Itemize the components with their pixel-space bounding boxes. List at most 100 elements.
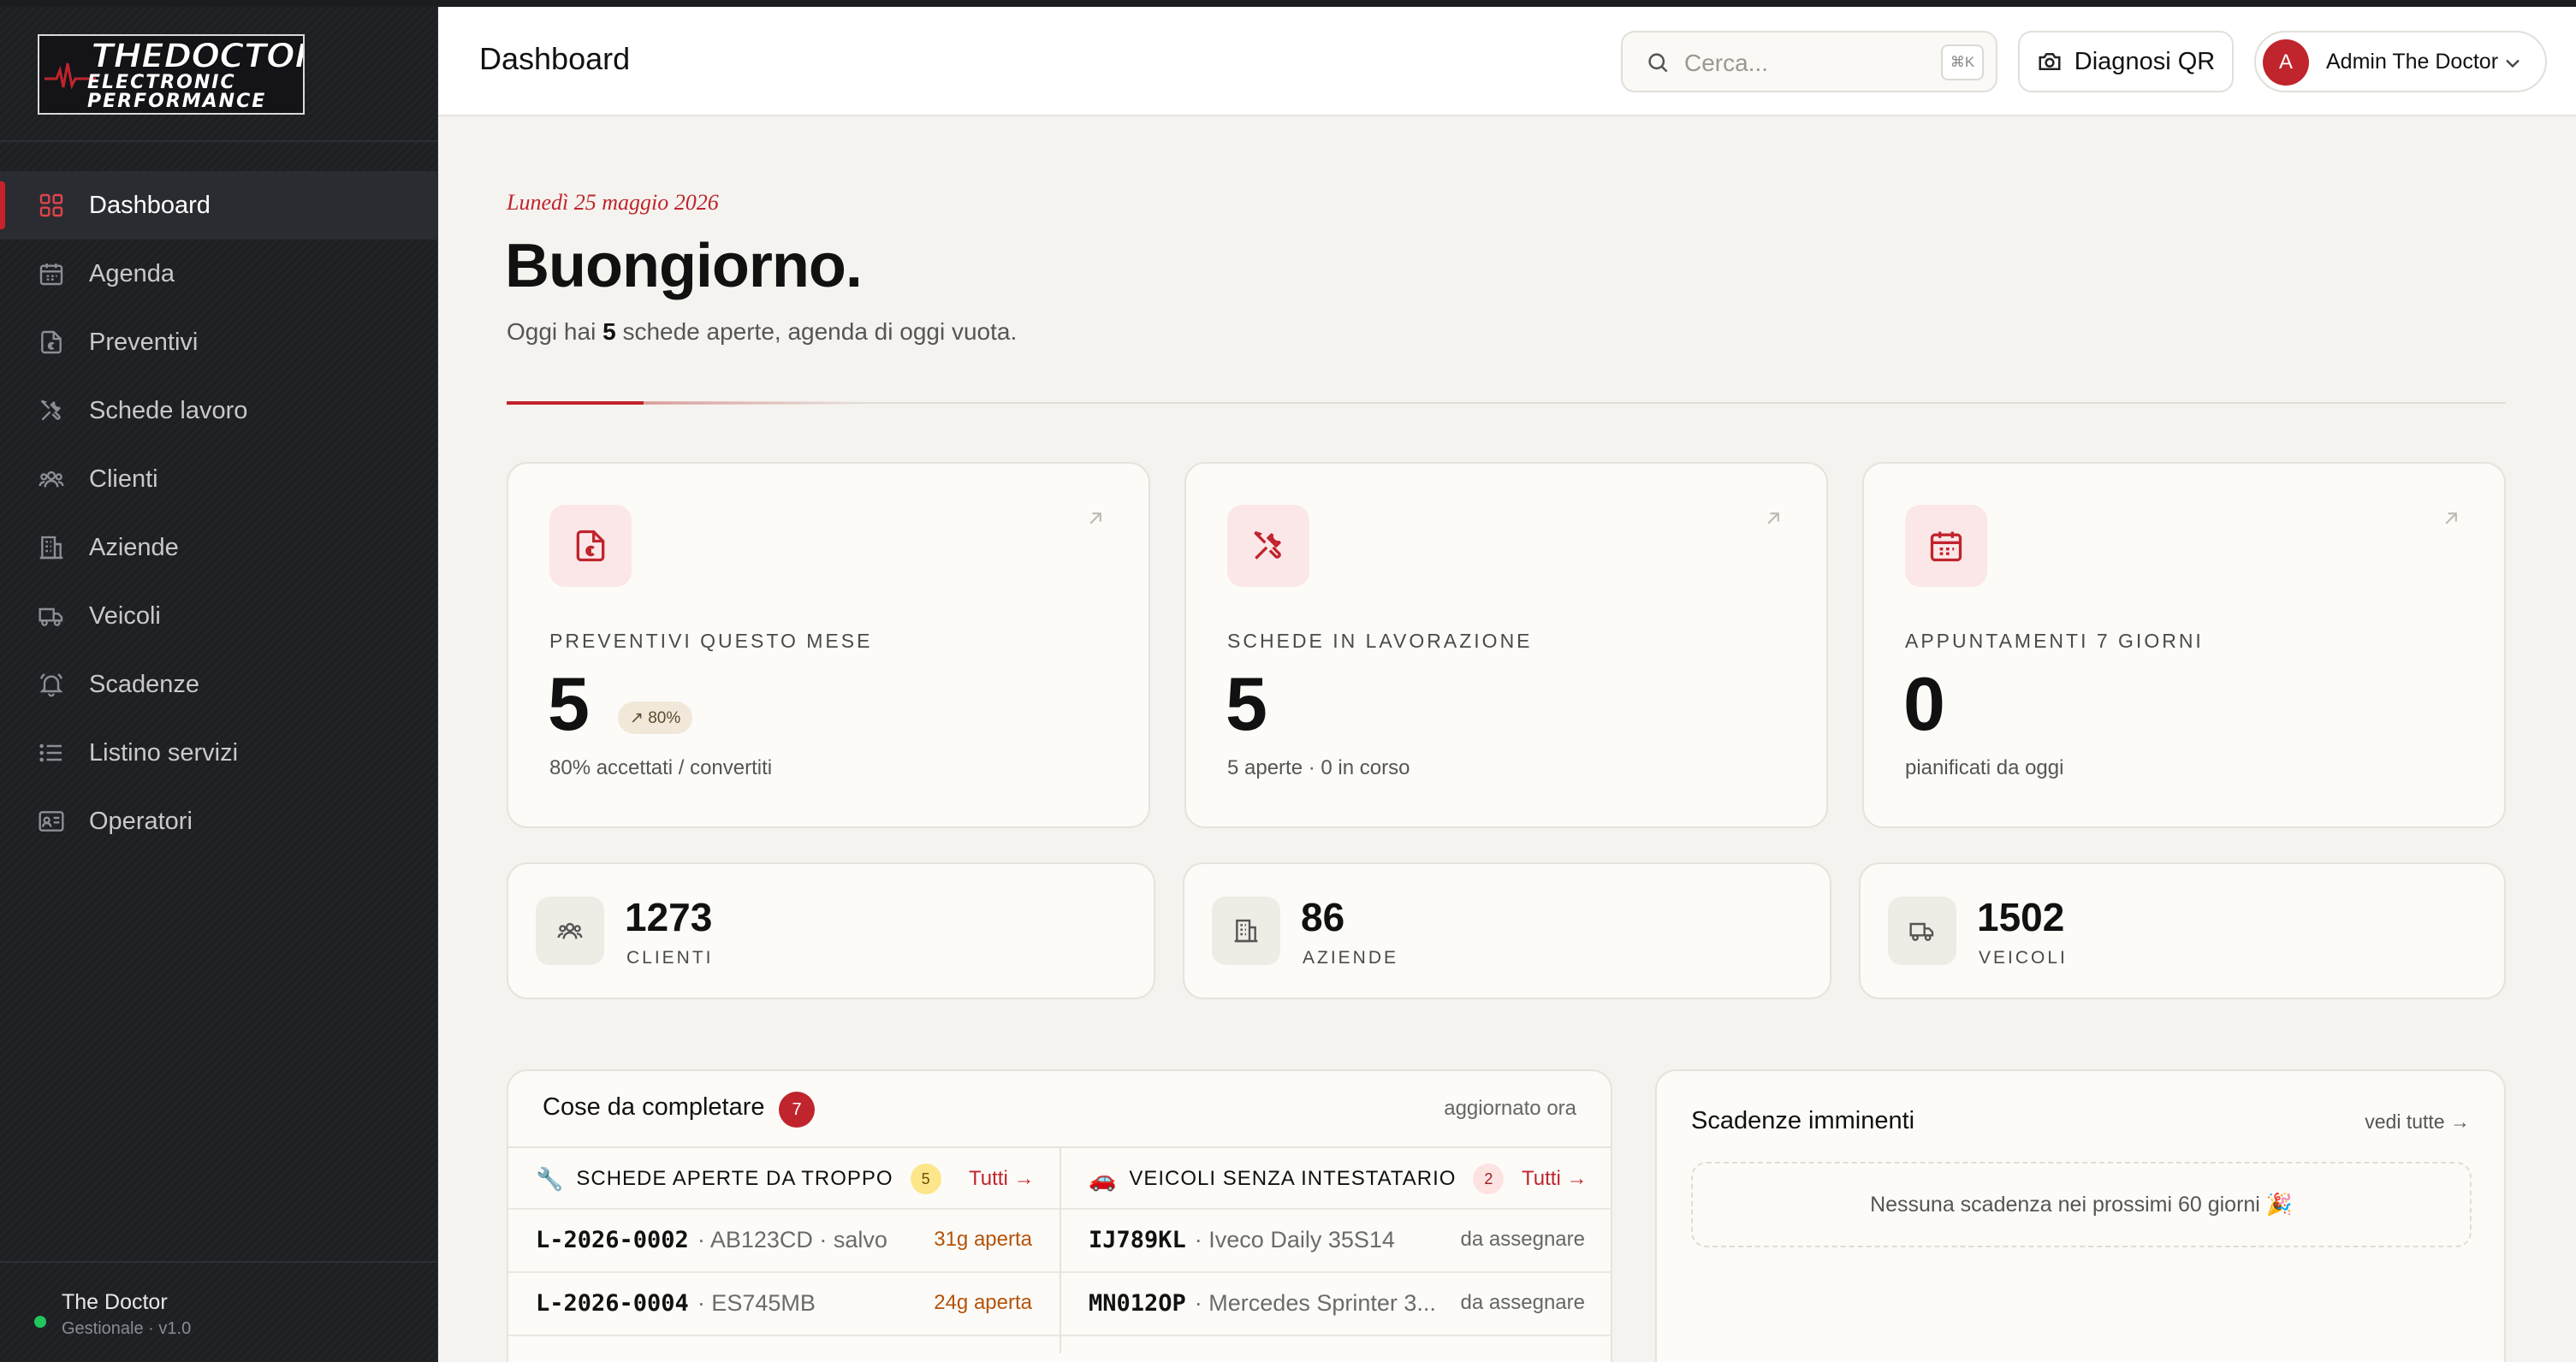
sidebar-item-veicoli[interactable]: Veicoli xyxy=(0,582,438,650)
table-row[interactable]: L-2026-0004 · ES745MB 24g aperta xyxy=(508,1271,1059,1333)
users-icon xyxy=(36,464,67,494)
kpi-card-schede[interactable]: SCHEDE IN LAVORAZIONE 5 5 aperte · 0 in … xyxy=(1184,462,1828,828)
todo-count-badge: 7 xyxy=(779,1092,815,1128)
sidebar-item-agenda[interactable]: Agenda xyxy=(0,240,438,308)
search-shortcut-key: ⌘K xyxy=(1941,44,1984,80)
car-icon: 🚗 xyxy=(1089,1165,1118,1192)
search-input[interactable]: Cerca... ⌘K xyxy=(1621,31,1997,92)
stat-value: 1502 xyxy=(1977,895,2065,939)
stat-card-veicoli[interactable]: 1502 VEICOLI xyxy=(1859,862,2506,999)
open-days-tag: 31g aperta xyxy=(934,1228,1032,1251)
list-icon xyxy=(36,737,67,768)
table-row[interactable]: MN012OP · Mercedes Sprinter 3... da asse… xyxy=(1061,1271,1612,1333)
deadlines-see-all-link[interactable]: vedi tutte → xyxy=(2365,1110,2470,1134)
kpi-card-appuntamenti[interactable]: APPUNTAMENTI 7 GIORNI 0 pianificati da o… xyxy=(1862,462,2506,828)
kpi-value: 5 xyxy=(548,661,590,746)
deadlines-title: Scadenze imminenti xyxy=(1691,1107,1915,1134)
avatar: A xyxy=(2263,39,2309,86)
plate-code: MN012OP xyxy=(1089,1289,1186,1317)
logo-title: THEDOCTOR xyxy=(90,37,305,76)
table-row-partial[interactable] xyxy=(1061,1335,1612,1362)
deadlines-panel: Scadenze imminenti vedi tutte → Nessuna … xyxy=(1655,1069,2506,1362)
stat-label: CLIENTI xyxy=(626,948,714,968)
kpi-label: APPUNTAMENTI 7 GIORNI xyxy=(1905,630,2204,652)
open-days-tag: 24g aperta xyxy=(934,1291,1032,1314)
sidebar-item-label: Agenda xyxy=(89,259,175,287)
search-icon xyxy=(1645,50,1671,80)
scheda-code: L-2026-0002 xyxy=(536,1226,689,1253)
diagnosi-qr-label: Diagnosi QR xyxy=(2074,47,2216,75)
table-row-partial[interactable] xyxy=(508,1335,1059,1362)
scheda-code: L-2026-0004 xyxy=(536,1289,689,1317)
kpi-subtext: pianificati da oggi xyxy=(1905,756,2064,779)
kpi-value: 5 xyxy=(1226,661,1267,746)
arrow-up-right-icon[interactable] xyxy=(1761,506,1785,535)
todo-left-all-link[interactable]: Tutti → xyxy=(969,1167,1034,1191)
app-version: Gestionale · v1.0 xyxy=(62,1319,192,1338)
diagnosi-qr-button[interactable]: Diagnosi QR xyxy=(2018,31,2234,92)
file-euro-icon xyxy=(549,505,632,587)
online-status-dot xyxy=(34,1316,46,1328)
table-row[interactable]: IJ789KL · Iveco Daily 35S14 da assegnare xyxy=(1061,1208,1612,1270)
user-menu-button[interactable]: A Admin The Doctor xyxy=(2254,31,2547,92)
building-icon xyxy=(36,532,67,563)
sidebar: THEDOCTOR ELECTRONIC PERFORMANCE Dashboa… xyxy=(0,7,438,1362)
search-placeholder: Cerca... xyxy=(1684,50,1769,76)
todo-right-header: 🚗 VEICOLI SENZA INTESTATARIO 2 xyxy=(1089,1148,1505,1210)
arrow-up-right-icon[interactable] xyxy=(1083,506,1107,535)
sidebar-item-schede-lavoro[interactable]: Schede lavoro xyxy=(0,376,438,445)
sidebar-item-scadenze[interactable]: Scadenze xyxy=(0,650,438,719)
file-euro-icon xyxy=(36,327,67,358)
plate-code: IJ789KL xyxy=(1089,1226,1186,1253)
summary-prefix: Oggi hai xyxy=(507,318,597,345)
brand-logo[interactable]: THEDOCTOR ELECTRONIC PERFORMANCE xyxy=(38,34,305,115)
sidebar-item-label: Dashboard xyxy=(89,191,211,219)
sidebar-item-listino-servizi[interactable]: Listino servizi xyxy=(0,719,438,787)
sidebar-item-clienti[interactable]: Clienti xyxy=(0,445,438,513)
scheda-detail: · AB123CD · salvo xyxy=(697,1226,887,1252)
summary-suffix: schede aperte, agenda di oggi vuota. xyxy=(622,318,1018,345)
calendar-icon xyxy=(36,258,67,289)
kpi-card-preventivi[interactable]: PREVENTIVI QUESTO MESE 5 ↗ 80% 80% accet… xyxy=(507,462,1150,828)
grid-icon xyxy=(36,190,67,221)
arrow-up-right-icon[interactable] xyxy=(2439,506,2463,535)
stat-card-clienti[interactable]: 1273 CLIENTI xyxy=(507,862,1155,999)
kpi-label: PREVENTIVI QUESTO MESE xyxy=(549,630,873,652)
sidebar-item-dashboard[interactable]: Dashboard xyxy=(0,171,438,240)
deadlines-empty-state: Nessuna scadenza nei prossimi 60 giorni … xyxy=(1691,1162,2472,1247)
stat-card-aziende[interactable]: 86 AZIENDE xyxy=(1183,862,1831,999)
sidebar-item-label: Operatori xyxy=(89,807,193,835)
sidebar-item-label: Preventivi xyxy=(89,328,199,356)
sidebar-item-label: Scadenze xyxy=(89,670,199,698)
users-icon xyxy=(536,897,604,965)
todo-panel: Cose da completare 7 aggiornato ora 🔧 SC… xyxy=(507,1069,1612,1362)
todo-right-all-link[interactable]: Tutti → xyxy=(1522,1167,1587,1191)
tools-icon xyxy=(1227,505,1309,587)
stat-label: VEICOLI xyxy=(1979,948,2068,968)
table-row[interactable]: L-2026-0002 · AB123CD · salvo 31g aperta xyxy=(508,1208,1059,1270)
stat-label: AZIENDE xyxy=(1303,948,1399,968)
scheda-detail: · ES745MB xyxy=(697,1289,816,1316)
sidebar-item-operatori[interactable]: Operatori xyxy=(0,787,438,856)
todo-title: Cose da completare xyxy=(543,1093,765,1121)
vehicle-detail: · Mercedes Sprinter 3... xyxy=(1194,1289,1436,1316)
assign-tag: da assegnare xyxy=(1460,1291,1585,1314)
current-date: Lunedì 25 maggio 2026 xyxy=(507,190,719,215)
tools-icon xyxy=(36,395,67,426)
logo-subtitle-1: ELECTRONIC xyxy=(87,72,236,93)
app-name: The Doctor xyxy=(62,1290,168,1314)
sidebar-item-aziende[interactable]: Aziende xyxy=(0,513,438,582)
sidebar-footer-divider xyxy=(0,1261,438,1263)
top-header: Dashboard Cerca... ⌘K Diagnosi QR A Admi… xyxy=(438,7,2576,116)
user-name: Admin The Doctor xyxy=(2326,50,2499,74)
daily-summary: Oggi hai 5 schede aperte, agenda di oggi… xyxy=(507,318,1017,346)
truck-icon xyxy=(36,601,67,631)
building-icon xyxy=(1212,897,1280,965)
bell-icon xyxy=(36,669,67,700)
trend-badge: ↗ 80% xyxy=(618,702,693,734)
window-top-strip xyxy=(0,0,2576,7)
kpi-label: SCHEDE IN LAVORAZIONE xyxy=(1227,630,1533,652)
chevron-down-icon xyxy=(2501,51,2525,80)
sidebar-item-preventivi[interactable]: Preventivi xyxy=(0,308,438,376)
wrench-icon: 🔧 xyxy=(536,1165,565,1192)
